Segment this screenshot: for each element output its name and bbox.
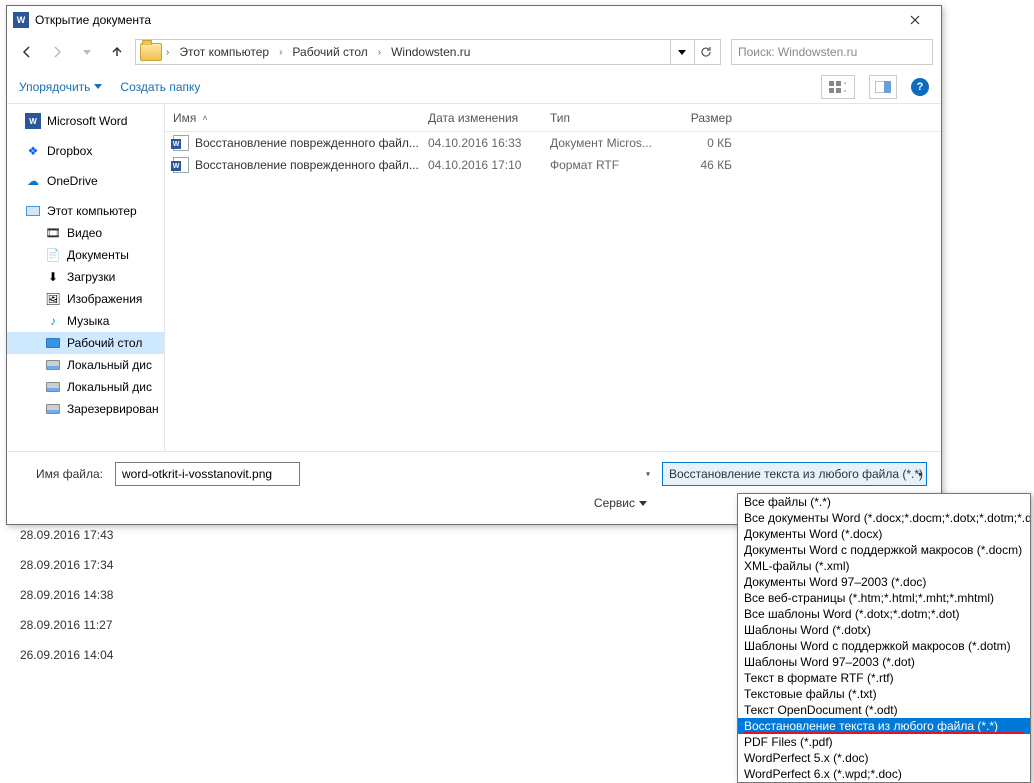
up-button[interactable]: [105, 40, 129, 64]
pictures-icon: 🖼: [45, 291, 61, 307]
word-icon: W: [13, 12, 29, 28]
sidebar: WMicrosoft Word ❖Dropbox ☁OneDrive Этот …: [7, 104, 165, 451]
music-icon: ♪: [45, 313, 61, 329]
file-pane: Имя˄ Дата изменения Тип Размер Восстанов…: [165, 104, 941, 451]
dialog-title: Открытие документа: [35, 13, 895, 27]
forward-button[interactable]: [45, 40, 69, 64]
filename-label: Имя файла:: [21, 467, 107, 481]
disk-icon: [45, 357, 61, 373]
close-icon: [910, 15, 920, 25]
nav-row: › Этот компьютер › Рабочий стол › Window…: [7, 34, 941, 70]
sidebar-item-pictures[interactable]: 🖼Изображения: [7, 288, 164, 310]
desktop-icon: [45, 335, 61, 351]
filename-dropdown-icon[interactable]: ▾: [646, 470, 650, 479]
bg-item: 26.09.2016 14:04: [0, 640, 190, 670]
col-type[interactable]: Тип: [542, 111, 662, 125]
sidebar-item-disk-c[interactable]: Локальный дис: [7, 354, 164, 376]
sidebar-item-disk-d[interactable]: Локальный дис: [7, 376, 164, 398]
doc-icon: [173, 135, 189, 151]
help-button[interactable]: ?: [911, 78, 929, 96]
filetype-option[interactable]: Документы Word (*.docx): [738, 526, 1030, 542]
sidebar-item-this-pc[interactable]: Этот компьютер: [7, 200, 164, 222]
downloads-icon: ⬇: [45, 269, 61, 285]
bg-item: 28.09.2016 14:38: [0, 580, 190, 610]
titlebar: W Открытие документа: [7, 6, 941, 34]
filetype-option[interactable]: Шаблоны Word 97–2003 (*.dot): [738, 654, 1030, 670]
filetype-option[interactable]: Документы Word 97–2003 (*.doc): [738, 574, 1030, 590]
file-rows: Восстановление поврежденного файл... 04.…: [165, 132, 941, 451]
toolbar: Упорядочить Создать папку ?: [7, 70, 941, 104]
back-button[interactable]: [15, 40, 39, 64]
new-folder-button[interactable]: Создать папку: [120, 80, 200, 94]
filetype-option[interactable]: Восстановление текста из любого файла (*…: [738, 718, 1030, 734]
col-size[interactable]: Размер: [662, 111, 740, 125]
dropbox-icon: ❖: [25, 143, 41, 159]
onedrive-icon: ☁: [25, 173, 41, 189]
filetype-option[interactable]: Текстовые файлы (*.txt): [738, 686, 1030, 702]
filetype-dropdown: Все файлы (*.*)Все документы Word (*.doc…: [737, 493, 1031, 783]
disk-icon: [45, 379, 61, 395]
filetype-option[interactable]: WordPerfect 5.x (*.doc): [738, 750, 1030, 766]
refresh-button[interactable]: [694, 40, 716, 64]
filetype-option[interactable]: Текст OpenDocument (*.odt): [738, 702, 1030, 718]
filetype-filter[interactable]: Восстановление текста из любого файла (*…: [662, 462, 927, 486]
filetype-option[interactable]: Все шаблоны Word (*.dotx;*.dotm;*.dot): [738, 606, 1030, 622]
crumb[interactable]: Этот компьютер: [173, 43, 275, 61]
sidebar-item-downloads[interactable]: ⬇Загрузки: [7, 266, 164, 288]
video-icon: 🎞: [45, 225, 61, 241]
filetype-option[interactable]: Все веб-страницы (*.htm;*.html;*.mht;*.m…: [738, 590, 1030, 606]
tools-button[interactable]: Сервис: [594, 496, 647, 510]
pc-icon: [25, 203, 41, 219]
background-list: 28.09.2016 17:43 28.09.2016 17:34 28.09.…: [0, 520, 190, 670]
filetype-option[interactable]: Все документы Word (*.docx;*.docm;*.dotx…: [738, 510, 1030, 526]
sidebar-item-documents[interactable]: 📄Документы: [7, 244, 164, 266]
sidebar-item-reserved[interactable]: Зарезервирован: [7, 398, 164, 420]
organize-button[interactable]: Упорядочить: [19, 80, 102, 94]
breadcrumb-dropdown[interactable]: [670, 40, 692, 64]
filetype-option[interactable]: Документы Word с поддержкой макросов (*.…: [738, 542, 1030, 558]
close-button[interactable]: [895, 6, 935, 34]
filetype-option[interactable]: WordPerfect 6.x (*.wpd;*.doc): [738, 766, 1030, 782]
filetype-option[interactable]: Шаблоны Word (*.dotx): [738, 622, 1030, 638]
folder-icon: [140, 43, 162, 61]
bg-item: 28.09.2016 17:34: [0, 550, 190, 580]
filetype-option[interactable]: Все файлы (*.*): [738, 494, 1030, 510]
sidebar-item-desktop[interactable]: Рабочий стол: [7, 332, 164, 354]
sidebar-item-videos[interactable]: 🎞Видео: [7, 222, 164, 244]
crumb[interactable]: Windowsten.ru: [385, 43, 476, 61]
col-date[interactable]: Дата изменения: [420, 111, 542, 125]
disk-icon: [45, 401, 61, 417]
view-mode-button[interactable]: [821, 75, 855, 99]
file-row[interactable]: Восстановление поврежденного файл... 04.…: [165, 154, 941, 176]
filename-input[interactable]: [115, 462, 300, 486]
filetype-option[interactable]: XML-файлы (*.xml): [738, 558, 1030, 574]
sidebar-item-onedrive[interactable]: ☁OneDrive: [7, 170, 164, 192]
doc-icon: [173, 157, 189, 173]
preview-pane-button[interactable]: [869, 75, 897, 99]
col-name[interactable]: Имя˄: [165, 111, 420, 125]
filetype-option[interactable]: Шаблоны Word с поддержкой макросов (*.do…: [738, 638, 1030, 654]
open-dialog: W Открытие документа › Этот компьютер › …: [6, 5, 942, 525]
search-input[interactable]: Поиск: Windowsten.ru: [731, 39, 933, 65]
documents-icon: 📄: [45, 247, 61, 263]
crumb[interactable]: Рабочий стол: [286, 43, 373, 61]
recent-dropdown[interactable]: [75, 40, 99, 64]
column-headers: Имя˄ Дата изменения Тип Размер: [165, 104, 941, 132]
bg-item: 28.09.2016 11:27: [0, 610, 190, 640]
filetype-option[interactable]: PDF Files (*.pdf): [738, 734, 1030, 750]
breadcrumb[interactable]: › Этот компьютер › Рабочий стол › Window…: [135, 39, 721, 65]
sidebar-item-music[interactable]: ♪Музыка: [7, 310, 164, 332]
filetype-option[interactable]: Текст в формате RTF (*.rtf): [738, 670, 1030, 686]
sidebar-item-word[interactable]: WMicrosoft Word: [7, 110, 164, 132]
sidebar-item-dropbox[interactable]: ❖Dropbox: [7, 140, 164, 162]
file-row[interactable]: Восстановление поврежденного файл... 04.…: [165, 132, 941, 154]
